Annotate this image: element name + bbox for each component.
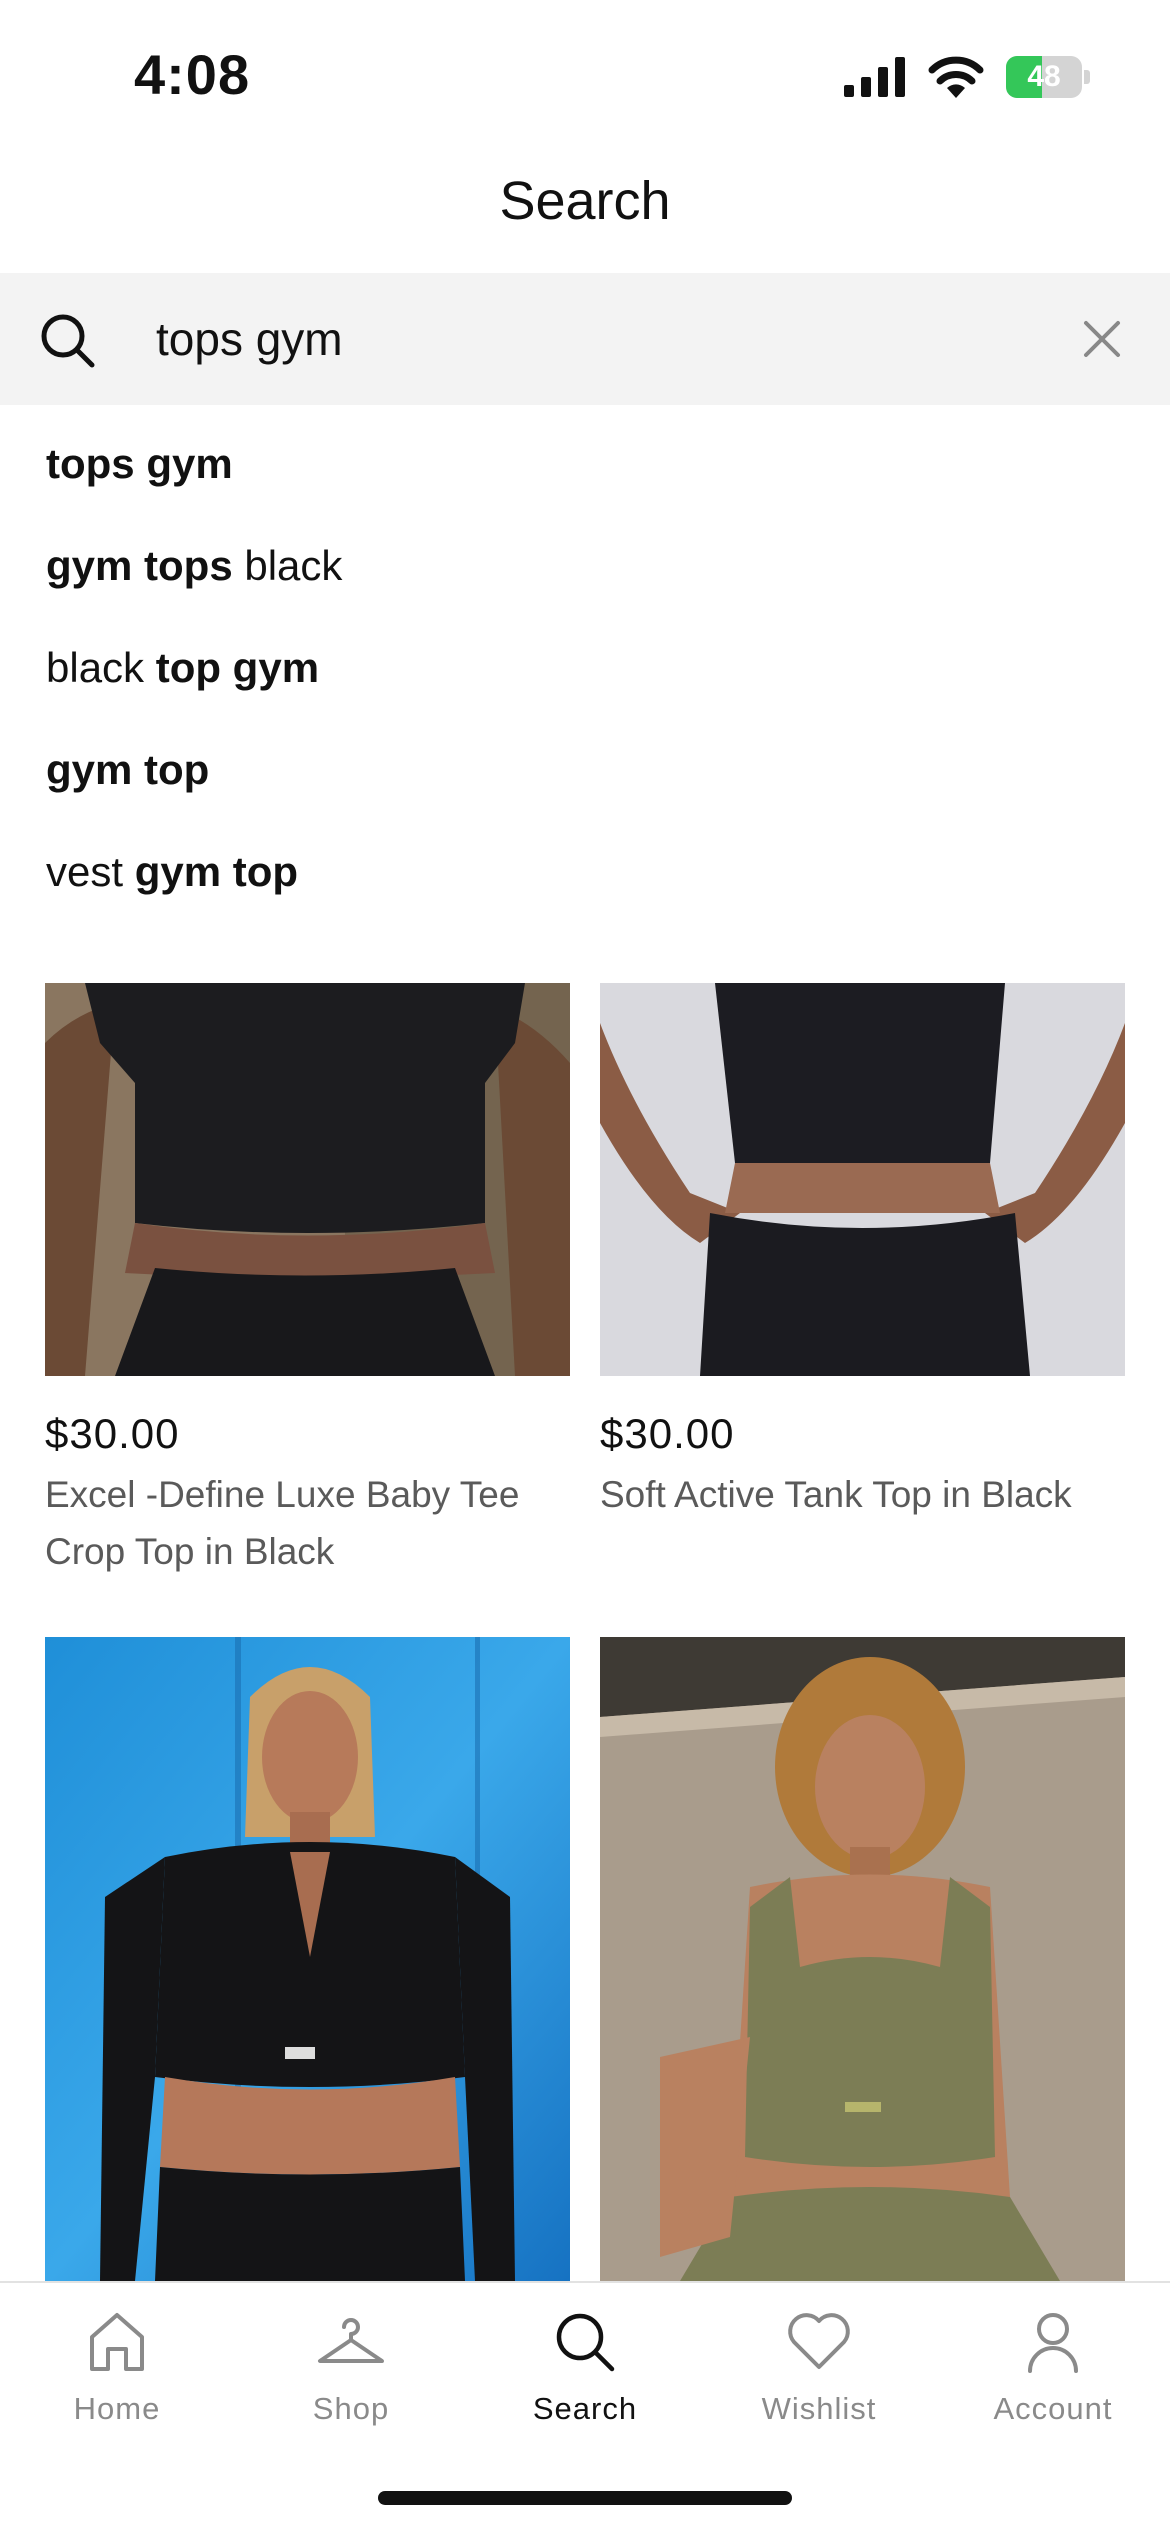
page-title: Search [499, 171, 671, 231]
suggestion-text: gym tops [46, 542, 233, 589]
product-price: $30.00 [600, 1410, 735, 1457]
cellular-signal-icon [844, 57, 905, 97]
search-suggestion[interactable]: vest gym top [46, 848, 342, 950]
product-image[interactable] [600, 983, 1125, 1376]
product-image[interactable] [45, 983, 570, 1376]
product-price: $30.00 [45, 1410, 180, 1457]
product-card[interactable]: $30.00 Soft Active Tank Top in Black [600, 983, 1125, 1523]
product-card[interactable] [45, 1637, 570, 2281]
tab-account[interactable]: Account [936, 2307, 1170, 2427]
heart-icon [788, 2313, 850, 2369]
search-suggestion[interactable]: gym top [46, 746, 342, 848]
product-card[interactable] [600, 1637, 1125, 2281]
product-image[interactable] [45, 1637, 570, 2281]
search-suggestion[interactable]: black top gym [46, 644, 342, 746]
tab-shop[interactable]: Shop [234, 2307, 468, 2427]
suggestion-text: gym top [134, 848, 299, 895]
status-icons: 48 [844, 52, 1090, 102]
tab-label: Shop [312, 2391, 390, 2426]
suggestion-text: black [46, 644, 156, 691]
search-suggestion[interactable]: gym tops black [46, 542, 342, 644]
search-input[interactable] [156, 299, 1036, 379]
hanger-icon [318, 2318, 384, 2363]
home-icon [90, 2313, 144, 2371]
search-bar [0, 273, 1170, 405]
tab-search[interactable]: Search [468, 2307, 702, 2427]
product-name[interactable]: Excel -Define Luxe Baby Tee Crop Top in … [45, 1466, 570, 1580]
suggestion-text: vest [46, 848, 135, 895]
tab-label: Search [532, 2391, 638, 2426]
tab-label: Wishlist [761, 2391, 877, 2426]
wifi-icon [928, 56, 984, 98]
suggestion-text: black [232, 542, 343, 589]
suggestion-text: tops gym [46, 440, 233, 487]
search-suggestions: tops gym gym tops black black top gym gym t… [46, 440, 342, 950]
product-name[interactable]: Soft Active Tank Top in Black [600, 1466, 1125, 1523]
tab-home[interactable]: Home [0, 2307, 234, 2427]
product-image[interactable] [600, 1637, 1125, 2281]
status-time: 4:08 [134, 43, 251, 106]
battery-percentage: 48 [1027, 60, 1061, 93]
person-icon [1028, 2313, 1078, 2373]
search-icon [556, 2313, 615, 2372]
search-icon [41, 314, 95, 368]
clear-search-icon[interactable] [1080, 317, 1124, 361]
tab-wishlist[interactable]: Wishlist [702, 2307, 936, 2427]
tab-label: Account [993, 2391, 1113, 2426]
tab-label: Home [73, 2391, 161, 2426]
suggestion-text: top gym [155, 644, 320, 691]
product-card[interactable]: $30.00 Excel -Define Luxe Baby Tee Crop … [45, 983, 570, 1580]
battery-icon: 48 [1006, 56, 1082, 98]
suggestion-text: gym top [46, 746, 210, 793]
search-suggestion[interactable]: tops gym [46, 440, 342, 542]
status-bar: 4:08 48 [0, 0, 1170, 150]
home-indicator [378, 2491, 792, 2505]
